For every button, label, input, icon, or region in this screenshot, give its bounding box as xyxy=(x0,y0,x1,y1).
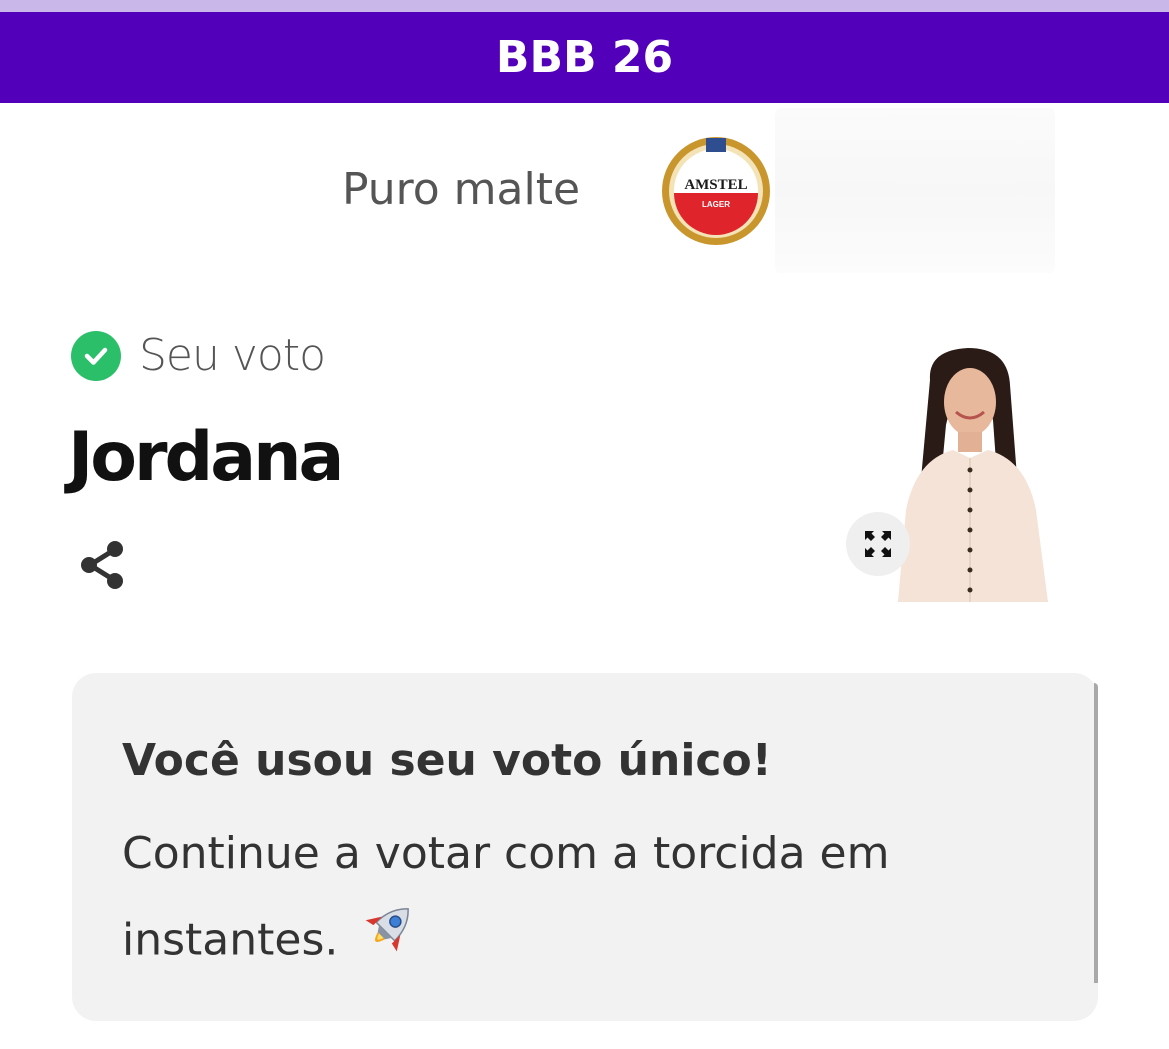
header-title: BBB 26 xyxy=(495,32,674,83)
scrollbar[interactable] xyxy=(1094,683,1098,983)
candidate-name: Jordana xyxy=(68,418,344,497)
expand-icon xyxy=(865,531,891,557)
sponsor-tagline: Puro malte xyxy=(342,164,581,215)
notice-body: Continue a votar com a torcida em instan… xyxy=(122,811,982,988)
rocket-icon xyxy=(358,897,420,988)
check-circle-icon xyxy=(71,330,121,381)
app-header: BBB 26 xyxy=(0,12,1169,103)
your-vote-row: Seu voto xyxy=(71,330,326,381)
notice-title: Você usou seu voto único! xyxy=(122,735,772,786)
notice-body-text: Continue a votar com a torcida em instan… xyxy=(122,828,890,966)
top-accent-line xyxy=(0,0,1169,12)
page: BBB 26 Puro malte AMSTEL LAGER Seu voto … xyxy=(0,0,1169,1049)
your-vote-label: Seu voto xyxy=(139,330,326,381)
vote-notice-card: Você usou seu voto único! Continue a vot… xyxy=(72,673,1098,1021)
share-icon[interactable] xyxy=(76,538,130,592)
expand-photo-button[interactable] xyxy=(846,512,910,576)
sponsor-faded-banner xyxy=(775,108,1055,273)
amstel-logo: AMSTEL LAGER xyxy=(660,135,772,247)
svg-text:LAGER: LAGER xyxy=(702,200,730,209)
svg-text:AMSTEL: AMSTEL xyxy=(684,177,747,193)
